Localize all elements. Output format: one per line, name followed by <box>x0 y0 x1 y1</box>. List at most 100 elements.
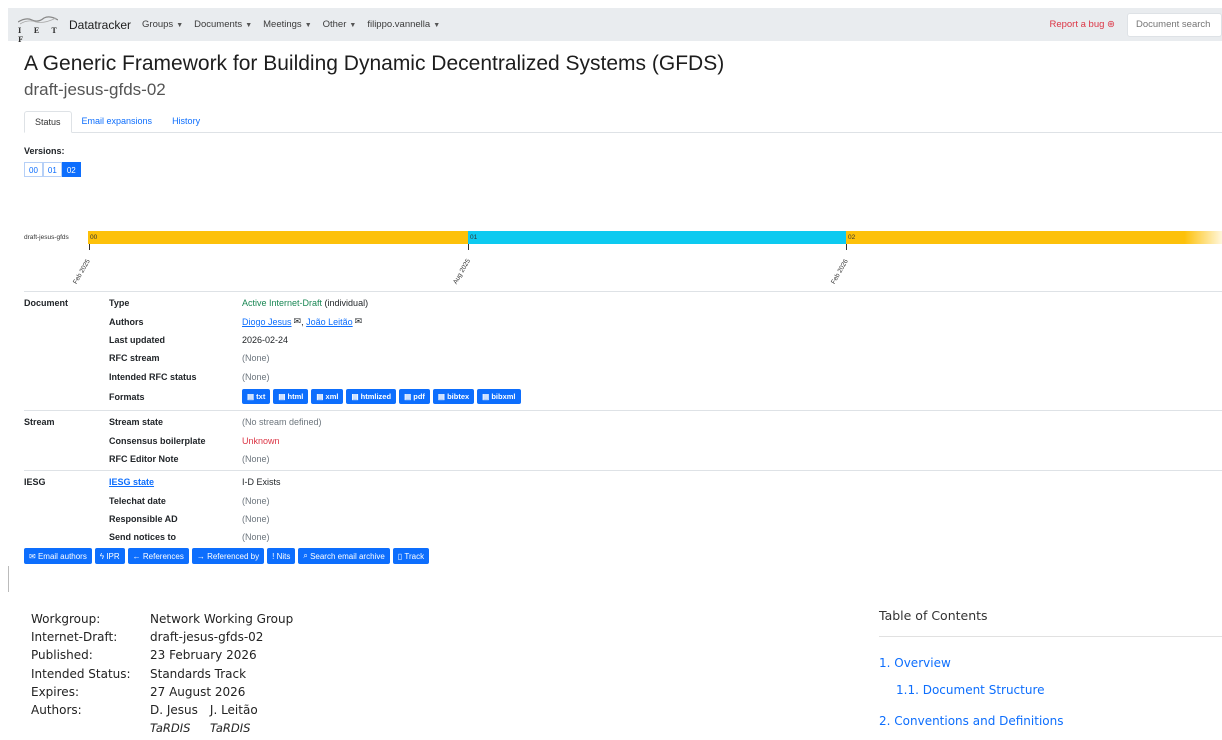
nav-user[interactable]: filippo.vannella ▼ <box>367 19 440 30</box>
tab-status[interactable]: Status <box>24 111 72 133</box>
search-email-archive-button[interactable]: ⌕ Search email archive <box>298 548 390 564</box>
toc-link[interactable]: 2. Conventions and Definitions <box>879 714 1063 728</box>
toc-link[interactable]: 1.1. Document Structure <box>896 683 1045 697</box>
type-suffix: (individual) <box>324 298 369 309</box>
meta-label: Expires: <box>31 684 79 699</box>
toc-title: Table of Contents <box>879 608 988 623</box>
timeline-segment-00[interactable]: 00 <box>88 231 468 244</box>
format-bibxml-button[interactable]: ▤ bibxml <box>477 389 521 405</box>
document-metadata: Workgroup: Network Working Group Internet… <box>31 610 293 737</box>
info-row: Intended RFC status (None) <box>24 368 1222 386</box>
iesg-state-link[interactable]: IESG state <box>109 477 242 487</box>
stream-section: Stream Stream state (No stream defined) … <box>24 409 1222 470</box>
iesg-state-value: I-D Exists <box>242 477 281 488</box>
meta-label: Workgroup: <box>31 612 101 627</box>
timeline-segment-02[interactable]: 02 <box>846 231 1222 244</box>
track-button[interactable]: ▯ Track <box>392 548 430 564</box>
navbar: I E T F Datatracker Groups ▼ Documents ▼ M… <box>8 8 1222 44</box>
format-bibtex-button[interactable]: ▤ bibtex <box>432 389 475 405</box>
row-label: RFC Editor Note <box>109 453 179 464</box>
info-row: Send notices to (None) <box>24 528 1222 546</box>
format-htmlized-button[interactable]: ▤ htmlized <box>346 389 397 405</box>
meta-label: Intended Status: <box>31 666 131 681</box>
info-row: Consensus boilerplate Unknown <box>24 431 1222 449</box>
brand-link[interactable]: Datatracker <box>69 18 131 32</box>
iesg-section: IESG IESG state I-D Exists Telechat date… <box>24 470 1222 549</box>
tab-history[interactable]: History <box>162 111 210 133</box>
ietf-logo-icon <box>18 15 58 24</box>
toc-link[interactable]: 1. Overview <box>879 656 951 670</box>
referenced-by-button[interactable]: → Referenced by <box>191 548 265 564</box>
stream-state-value: (No stream defined) <box>242 417 322 428</box>
info-row: Stream Stream state (No stream defined) <box>24 413 1222 431</box>
editor-note-value: (None) <box>242 453 270 464</box>
format-pdf-button[interactable]: ▤ pdf <box>399 389 430 405</box>
button-label: Search email archive <box>310 551 385 561</box>
action-buttons: ✉ Email authors ϟ IPR ← References → Ref… <box>24 548 432 564</box>
nav-user-label: filippo.vannella <box>367 19 431 30</box>
ipr-button[interactable]: ϟ IPR <box>94 548 125 564</box>
bug-icon: ⊛ <box>1107 19 1115 30</box>
meta-label: Published: <box>31 648 93 663</box>
chevron-down-icon: ▼ <box>433 22 441 29</box>
format-xml-button[interactable]: ▤ xml <box>311 389 344 405</box>
format-label: txt <box>256 392 266 402</box>
info-row: Formats ▤ txt ▤ html ▤ xml ▤ htmlized ▤ … <box>24 386 1222 408</box>
meta-row: TaRDIS TaRDIS <box>31 719 293 737</box>
email-icon[interactable]: ✉ <box>355 316 363 327</box>
section-heading: Document <box>24 298 69 309</box>
nits-button[interactable]: ! Nits <box>267 548 296 564</box>
chevron-down-icon: ▼ <box>176 22 184 29</box>
nav-groups-label: Groups <box>142 19 174 30</box>
timeline-doc-label: draft-jesus-gfds <box>24 234 69 241</box>
row-label: Last updated <box>109 334 166 345</box>
document-search-input[interactable] <box>1127 12 1222 37</box>
document-info-table: Document Type Active Internet-Draft (ind… <box>24 291 1222 549</box>
envelope-icon: ✉ <box>29 551 36 561</box>
info-row: RFC Editor Note (None) <box>24 450 1222 468</box>
format-label: pdf <box>413 392 425 402</box>
document-section: Document Type Active Internet-Draft (ind… <box>24 291 1222 410</box>
page-title: A Generic Framework for Building Dynamic… <box>24 52 725 75</box>
section-heading: Stream <box>24 417 55 428</box>
button-label: Track <box>404 551 425 561</box>
nav-meetings[interactable]: Meetings ▼ <box>263 19 312 30</box>
email-authors-button[interactable]: ✉ Email authors <box>24 548 92 564</box>
row-label: Intended RFC status <box>109 371 197 382</box>
nav-documents[interactable]: Documents ▼ <box>194 19 252 30</box>
meta-value: Network Working Group <box>150 612 294 627</box>
format-label: html <box>287 392 304 402</box>
meta-value: 27 August 2026 <box>150 684 246 699</box>
nav-groups[interactable]: Groups ▼ <box>142 19 183 30</box>
report-bug-link[interactable]: Report a bug ⊛ <box>1049 19 1115 30</box>
email-icon[interactable]: ✉ <box>294 316 302 327</box>
responsible-ad-value: (None) <box>242 514 270 525</box>
row-label: Consensus boilerplate <box>109 435 206 446</box>
nav-other[interactable]: Other ▼ <box>323 19 357 30</box>
ietf-logo[interactable]: I E T F <box>16 14 62 44</box>
format-html-button[interactable]: ▤ html <box>273 389 309 405</box>
row-label: Send notices to <box>109 532 177 543</box>
format-txt-button[interactable]: ▤ txt <box>242 389 271 405</box>
button-label: Nits <box>276 551 291 561</box>
notices-value: (None) <box>242 532 270 543</box>
author-link[interactable]: Diogo Jesus <box>242 317 292 327</box>
references-button[interactable]: ← References <box>127 548 189 564</box>
timeline-segment-01[interactable]: 01 <box>468 231 846 244</box>
button-label: Referenced by <box>207 551 260 561</box>
timeline-tick <box>846 244 847 250</box>
version-01-button[interactable]: 01 <box>42 162 62 177</box>
author-link[interactable]: João Leitão <box>306 317 353 327</box>
tab-email-expansions[interactable]: Email expansions <box>72 111 163 133</box>
row-label: Telechat date <box>109 495 166 506</box>
divider <box>879 636 1222 637</box>
exclamation-icon: ! <box>272 551 275 561</box>
version-02-button[interactable]: 02 <box>61 162 81 177</box>
timeline-tick <box>89 244 90 250</box>
row-label: Responsible AD <box>109 514 178 525</box>
updated-value: 2026-02-24 <box>242 334 289 345</box>
version-00-button[interactable]: 00 <box>24 162 43 177</box>
type-status: Active Internet-Draft <box>242 298 323 309</box>
button-label: References <box>142 551 184 561</box>
timeline-tick <box>468 244 469 250</box>
